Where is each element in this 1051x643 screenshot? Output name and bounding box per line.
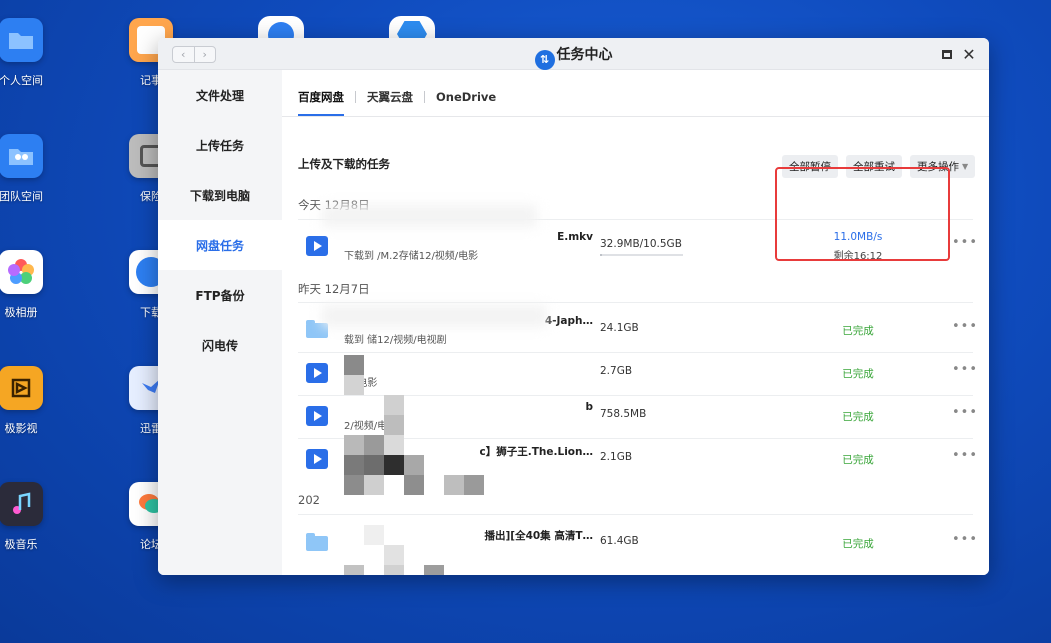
tab-baidu[interactable]: 百度网盘 xyxy=(298,82,344,116)
tab-divider-line xyxy=(282,116,989,117)
desktop-icon-label: 极影视 xyxy=(4,422,38,435)
tab-onedrive[interactable]: OneDrive xyxy=(436,82,496,112)
desktop-icon-music[interactable]: 极音乐 xyxy=(0,482,66,552)
window-title-text: 任务中心 xyxy=(556,47,613,63)
more-actions-icon[interactable]: ••• xyxy=(952,362,978,377)
sidebar-item-download-to-pc[interactable]: 下载到电脑 xyxy=(158,170,282,220)
video-file-icon xyxy=(306,449,328,469)
maximize-button[interactable] xyxy=(938,45,956,63)
task-center-window: ‹ › ⇅ 任务中心 ✕ 文件处理 上传任务 下载到电脑 网盘任务 FTP备份 闪… xyxy=(158,38,989,575)
task-status: 已完成 xyxy=(842,325,874,337)
video-icon xyxy=(0,366,43,410)
desktop-icon-photos[interactable]: 极相册 xyxy=(0,250,66,320)
sidebar-item-cloud-tasks[interactable]: 网盘任务 xyxy=(158,220,282,270)
task-progress-fill xyxy=(600,254,602,256)
tab-divider xyxy=(355,91,356,103)
video-file-icon xyxy=(306,236,328,256)
task-file-name: b xyxy=(585,401,593,413)
task-size: 758.5MB xyxy=(600,408,647,420)
redaction-blur xyxy=(322,205,537,227)
more-actions-icon[interactable]: ••• xyxy=(952,532,978,547)
row-divider xyxy=(298,302,973,303)
row-divider xyxy=(298,514,973,515)
main-panel: 百度网盘 天翼云盘 OneDrive 上传及下载的任务 全部暂停 全部重试 更多… xyxy=(282,70,989,575)
task-row[interactable]: 频/电影 2.7GB 已完成 ••• xyxy=(298,352,977,394)
sidebar-item-upload-tasks[interactable]: 上传任务 xyxy=(158,120,282,170)
highlight-box xyxy=(775,167,950,261)
desktop-icon-label: 个人空间 xyxy=(0,74,43,87)
task-path: 下载到 /M.2存储12/视频/电影 xyxy=(344,251,479,262)
maximize-icon xyxy=(942,49,952,59)
task-size: 32.9MB/10.5GB xyxy=(600,238,682,250)
title-bar: ‹ › ⇅ 任务中心 ✕ xyxy=(158,38,989,70)
task-file-name: E.mkv xyxy=(557,231,593,243)
task-status: 已完成 xyxy=(842,368,874,380)
task-center-icon: ⇅ xyxy=(534,50,555,70)
window-title: ⇅ 任务中心 xyxy=(158,44,989,70)
close-button[interactable]: ✕ xyxy=(960,45,978,64)
team-folder-icon xyxy=(0,134,43,178)
photos-icon xyxy=(0,250,43,294)
folder-icon xyxy=(306,533,328,551)
tab-tianyi[interactable]: 天翼云盘 xyxy=(367,82,413,112)
chevron-down-icon: ▼ xyxy=(962,162,969,171)
tab-divider xyxy=(424,91,425,103)
sidebar-item-ftp-backup[interactable]: FTP备份 xyxy=(158,270,282,320)
task-status: 已完成 xyxy=(842,538,874,550)
desktop-icon-team-space[interactable]: 团队空间 xyxy=(0,134,66,204)
desktop-icon-label: 极相册 xyxy=(4,306,38,319)
sidebar: 文件处理 上传任务 下载到电脑 网盘任务 FTP备份 闪电传 xyxy=(158,70,282,575)
desktop-icon-label: 团队空间 xyxy=(0,190,43,203)
more-actions-icon[interactable]: ••• xyxy=(952,319,978,334)
task-size: 61.4GB xyxy=(600,535,639,547)
desktop-icon-video[interactable]: 极影视 xyxy=(0,366,66,436)
date-header-older: 202 xyxy=(298,493,320,507)
task-status: 已完成 xyxy=(842,454,874,466)
video-file-icon xyxy=(306,406,328,426)
task-path: 载到 储12/视频/电视剧 xyxy=(344,335,447,346)
section-title: 上传及下载的任务 xyxy=(298,157,390,171)
task-size: 24.1GB xyxy=(600,322,639,334)
cloud-tabs: 百度网盘 天翼云盘 OneDrive xyxy=(298,82,496,116)
task-progress-bar xyxy=(600,254,683,256)
more-actions-icon[interactable]: ••• xyxy=(952,448,978,463)
more-actions-icon[interactable]: ••• xyxy=(952,405,978,420)
sidebar-item-flash-transfer[interactable]: 闪电传 xyxy=(158,320,282,370)
video-file-icon xyxy=(306,363,328,383)
sidebar-item-file-processing[interactable]: 文件处理 xyxy=(158,70,282,120)
desktop-icon-label: 极音乐 xyxy=(4,538,38,551)
folder-icon xyxy=(0,18,43,62)
music-icon xyxy=(0,482,43,526)
task-status: 已完成 xyxy=(842,411,874,423)
more-actions-icon[interactable]: ••• xyxy=(952,235,978,250)
redaction-blur xyxy=(322,305,547,327)
task-size: 2.1GB xyxy=(600,451,633,463)
date-header-yesterday: 昨天 12月7日 xyxy=(298,282,370,296)
task-size: 2.7GB xyxy=(600,365,633,377)
desktop-icon-personal-space[interactable]: 个人空间 xyxy=(0,18,66,88)
